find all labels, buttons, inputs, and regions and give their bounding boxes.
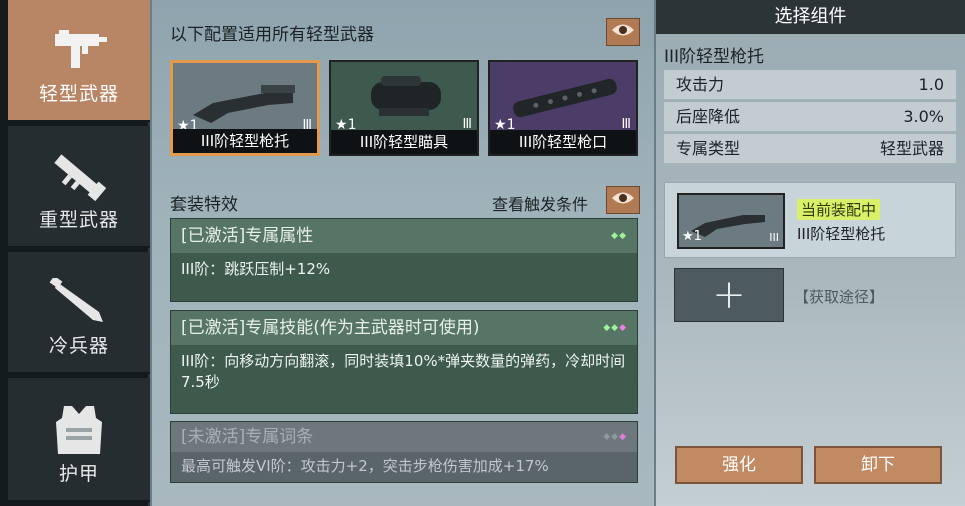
stat-value: 3.0% — [903, 107, 944, 126]
equipped-badge: 当前装配中 — [797, 199, 881, 220]
nav-label: 护甲 — [58, 463, 99, 485]
item-name: III阶轻型枪托 — [664, 47, 765, 67]
nav-label: 重型武器 — [38, 209, 119, 231]
effect-exclusive-attribute: [已激活]专属属性 ◆◆ III阶：跳跃压制+12% — [170, 218, 638, 302]
eye-icon — [611, 22, 635, 42]
effect-exclusive-skill: [已激活]专属技能(作为主武器时可使用) ◆◆◆ III阶：向移动方向翻滚，同时… — [170, 310, 638, 414]
part-card-scope[interactable]: ★1 III III阶轻型瞄具 — [329, 60, 479, 156]
part-name: III阶轻型枪口 — [490, 130, 636, 154]
equipped-item-name: III阶轻型枪托 — [797, 225, 886, 243]
effect-header: [已激活]专属技能(作为主武器时可使用) ◆◆◆ — [171, 311, 637, 345]
equipped-item-card: ★1 III — [677, 193, 785, 249]
machete-icon — [49, 275, 109, 332]
config-title: 以下配置适用所有轻型武器 — [170, 25, 374, 45]
upgrade-button[interactable]: 强化 — [675, 446, 803, 484]
stat-row: 专属类型 轻型武器 — [664, 134, 956, 164]
nav-label: 轻型武器 — [38, 83, 119, 105]
equipped-slot[interactable]: ★1 III 当前装配中 III阶轻型枪托 — [664, 182, 956, 258]
panel-title: 选择组件 — [656, 0, 965, 34]
effect-header: [已激活]专属属性 ◆◆ — [171, 219, 637, 253]
effect-title: [已激活]专属技能(作为主武器时可使用) — [181, 318, 480, 338]
nav-item-armor[interactable]: 护甲 — [8, 378, 150, 502]
rocket-launcher-icon — [49, 152, 109, 206]
nav-item-melee-weapons[interactable]: 冷兵器 — [8, 252, 150, 374]
add-component-button[interactable]: + — [674, 268, 784, 322]
smg-icon — [49, 26, 109, 76]
stat-value: 轻型武器 — [879, 139, 944, 158]
trigger-conditions-link[interactable]: 查看触发条件 — [492, 191, 588, 215]
eye-icon — [611, 190, 635, 210]
nav-item-light-weapons[interactable]: 轻型武器 — [8, 0, 150, 122]
level-dots: ◆◆◆ — [603, 323, 627, 333]
effect-title: [已激活]专属属性 — [181, 226, 314, 246]
star-rating: ★1 — [682, 229, 702, 244]
effect-title: [未激活]专属词条 — [181, 427, 314, 447]
part-name: III阶轻型瞄具 — [331, 130, 477, 154]
effect-body: III阶：向移动方向翻滚，同时装填10%*弹夹数量的弹药，冷却时间7.5秒 — [181, 352, 626, 391]
nav-label: 冷兵器 — [48, 335, 109, 357]
nav-item-heavy-weapons[interactable]: 重型武器 — [8, 126, 150, 248]
part-card-stock[interactable]: ★1 III III阶轻型枪托 — [170, 60, 320, 156]
effect-exclusive-entry: [未激活]专属词条 ◆◆◆ 最高可触发VI阶：攻击力+2，突击步枪伤害加成+17… — [170, 421, 638, 483]
effect-body: 最高可触发VI阶：攻击力+2，突击步枪伤害加成+17% — [181, 457, 549, 475]
part-card-muzzle[interactable]: ★1 III III阶轻型枪口 — [488, 60, 638, 156]
stat-key: 后座降低 — [676, 107, 741, 126]
config-panel: 以下配置适用所有轻型武器 ★1 III III阶轻型枪托 ★1 III III阶… — [152, 0, 654, 506]
weapon-category-nav: 轻型武器 重型武器 冷兵器 护甲 — [0, 0, 150, 506]
tier-label: III — [769, 231, 779, 244]
effect-header: [未激活]专属词条 ◆◆◆ — [171, 422, 637, 452]
level-dots: ◆◆◆ — [603, 432, 627, 442]
stat-row: 攻击力 1.0 — [664, 70, 956, 100]
preview-button[interactable] — [606, 18, 640, 46]
trigger-conditions-button[interactable] — [606, 186, 640, 214]
set-effects-title: 套装特效 — [170, 195, 238, 215]
stat-key: 专属类型 — [676, 139, 741, 158]
stat-value: 1.0 — [918, 75, 944, 94]
stat-row: 后座降低 3.0% — [664, 102, 956, 132]
vest-icon — [54, 404, 104, 460]
component-detail-panel: 选择组件 III阶轻型枪托 攻击力 1.0 后座降低 3.0% 专属类型 轻型武… — [656, 0, 965, 506]
plus-icon: + — [712, 272, 746, 318]
level-dots: ◆◆ — [611, 231, 627, 241]
stat-key: 攻击力 — [676, 75, 725, 94]
acquire-link[interactable]: 【获取途径】 — [794, 286, 884, 307]
effect-body: III阶：跳跃压制+12% — [181, 260, 331, 278]
part-name: III阶轻型枪托 — [173, 129, 317, 153]
unequip-button[interactable]: 卸下 — [814, 446, 942, 484]
